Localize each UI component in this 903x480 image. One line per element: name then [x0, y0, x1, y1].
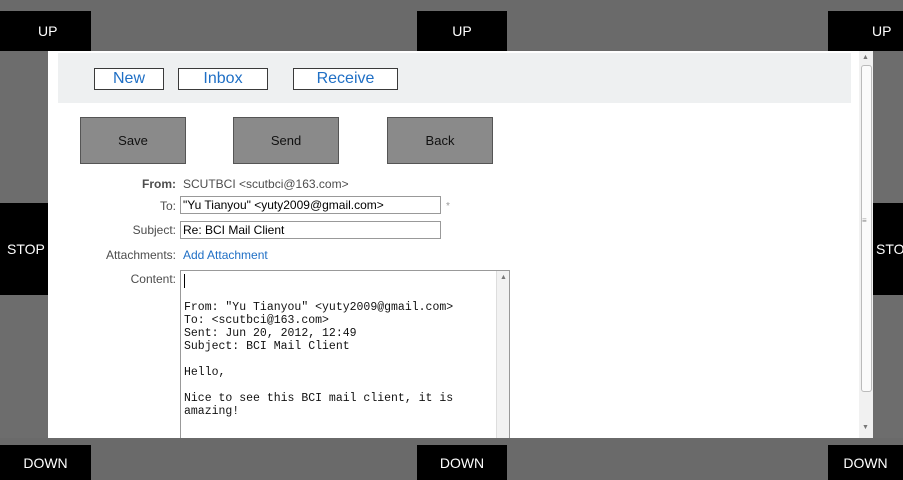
down-right-button[interactable]: DOWN — [828, 445, 903, 480]
from-label: From: — [142, 177, 176, 191]
page-scrollbar[interactable]: ▲ ≡ ▼ — [859, 51, 873, 438]
up-left-button[interactable]: UP — [0, 11, 91, 51]
to-required-mark: * — [446, 201, 450, 212]
inbox-button[interactable]: Inbox — [178, 68, 268, 90]
down-left-button[interactable]: DOWN — [0, 445, 91, 480]
to-field[interactable]: "Yu Tianyou" <yuty2009@gmail.com> — [180, 196, 441, 214]
content-scrollbar[interactable]: ▲ — [496, 271, 509, 438]
content-scroll-up-icon[interactable]: ▲ — [500, 274, 507, 281]
add-attachment-link[interactable]: Add Attachment — [183, 248, 268, 262]
scroll-grip-icon: ≡ — [862, 216, 867, 225]
save-button[interactable]: Save — [80, 117, 186, 164]
from-value: SCUTBCI <scutbci@163.com> — [183, 177, 349, 191]
subject-field[interactable]: Re: BCI Mail Client — [180, 221, 441, 239]
up-center-button[interactable]: UP — [417, 11, 507, 51]
down-center-button[interactable]: DOWN — [417, 445, 507, 480]
content-textarea[interactable]: From: "Yu Tianyou" <yuty2009@gmail.com> … — [180, 270, 510, 438]
page-scroll-up-icon[interactable]: ▲ — [862, 54, 869, 61]
content-label: Content: — [130, 272, 176, 286]
up-right-button[interactable]: UP — [828, 11, 903, 51]
nav-strip: New Inbox Receive — [58, 53, 851, 103]
back-button[interactable]: Back — [387, 117, 493, 164]
to-label: To: — [159, 199, 176, 213]
send-button[interactable]: Send — [233, 117, 339, 164]
attachments-label: Attachments: — [105, 248, 176, 262]
content-text: From: "Yu Tianyou" <yuty2009@gmail.com> … — [184, 301, 454, 418]
new-button[interactable]: New — [94, 68, 164, 90]
page-scroll-thumb[interactable]: ≡ — [861, 65, 872, 392]
subject-label: Subject: — [132, 223, 176, 237]
mail-compose-page: New Inbox Receive Save Send Back From: S… — [48, 51, 859, 438]
stop-left-button[interactable]: STOP — [0, 203, 48, 295]
stop-right-button[interactable]: STO — [873, 203, 903, 295]
page-scroll-down-icon[interactable]: ▼ — [862, 424, 869, 431]
receive-button[interactable]: Receive — [293, 68, 398, 90]
